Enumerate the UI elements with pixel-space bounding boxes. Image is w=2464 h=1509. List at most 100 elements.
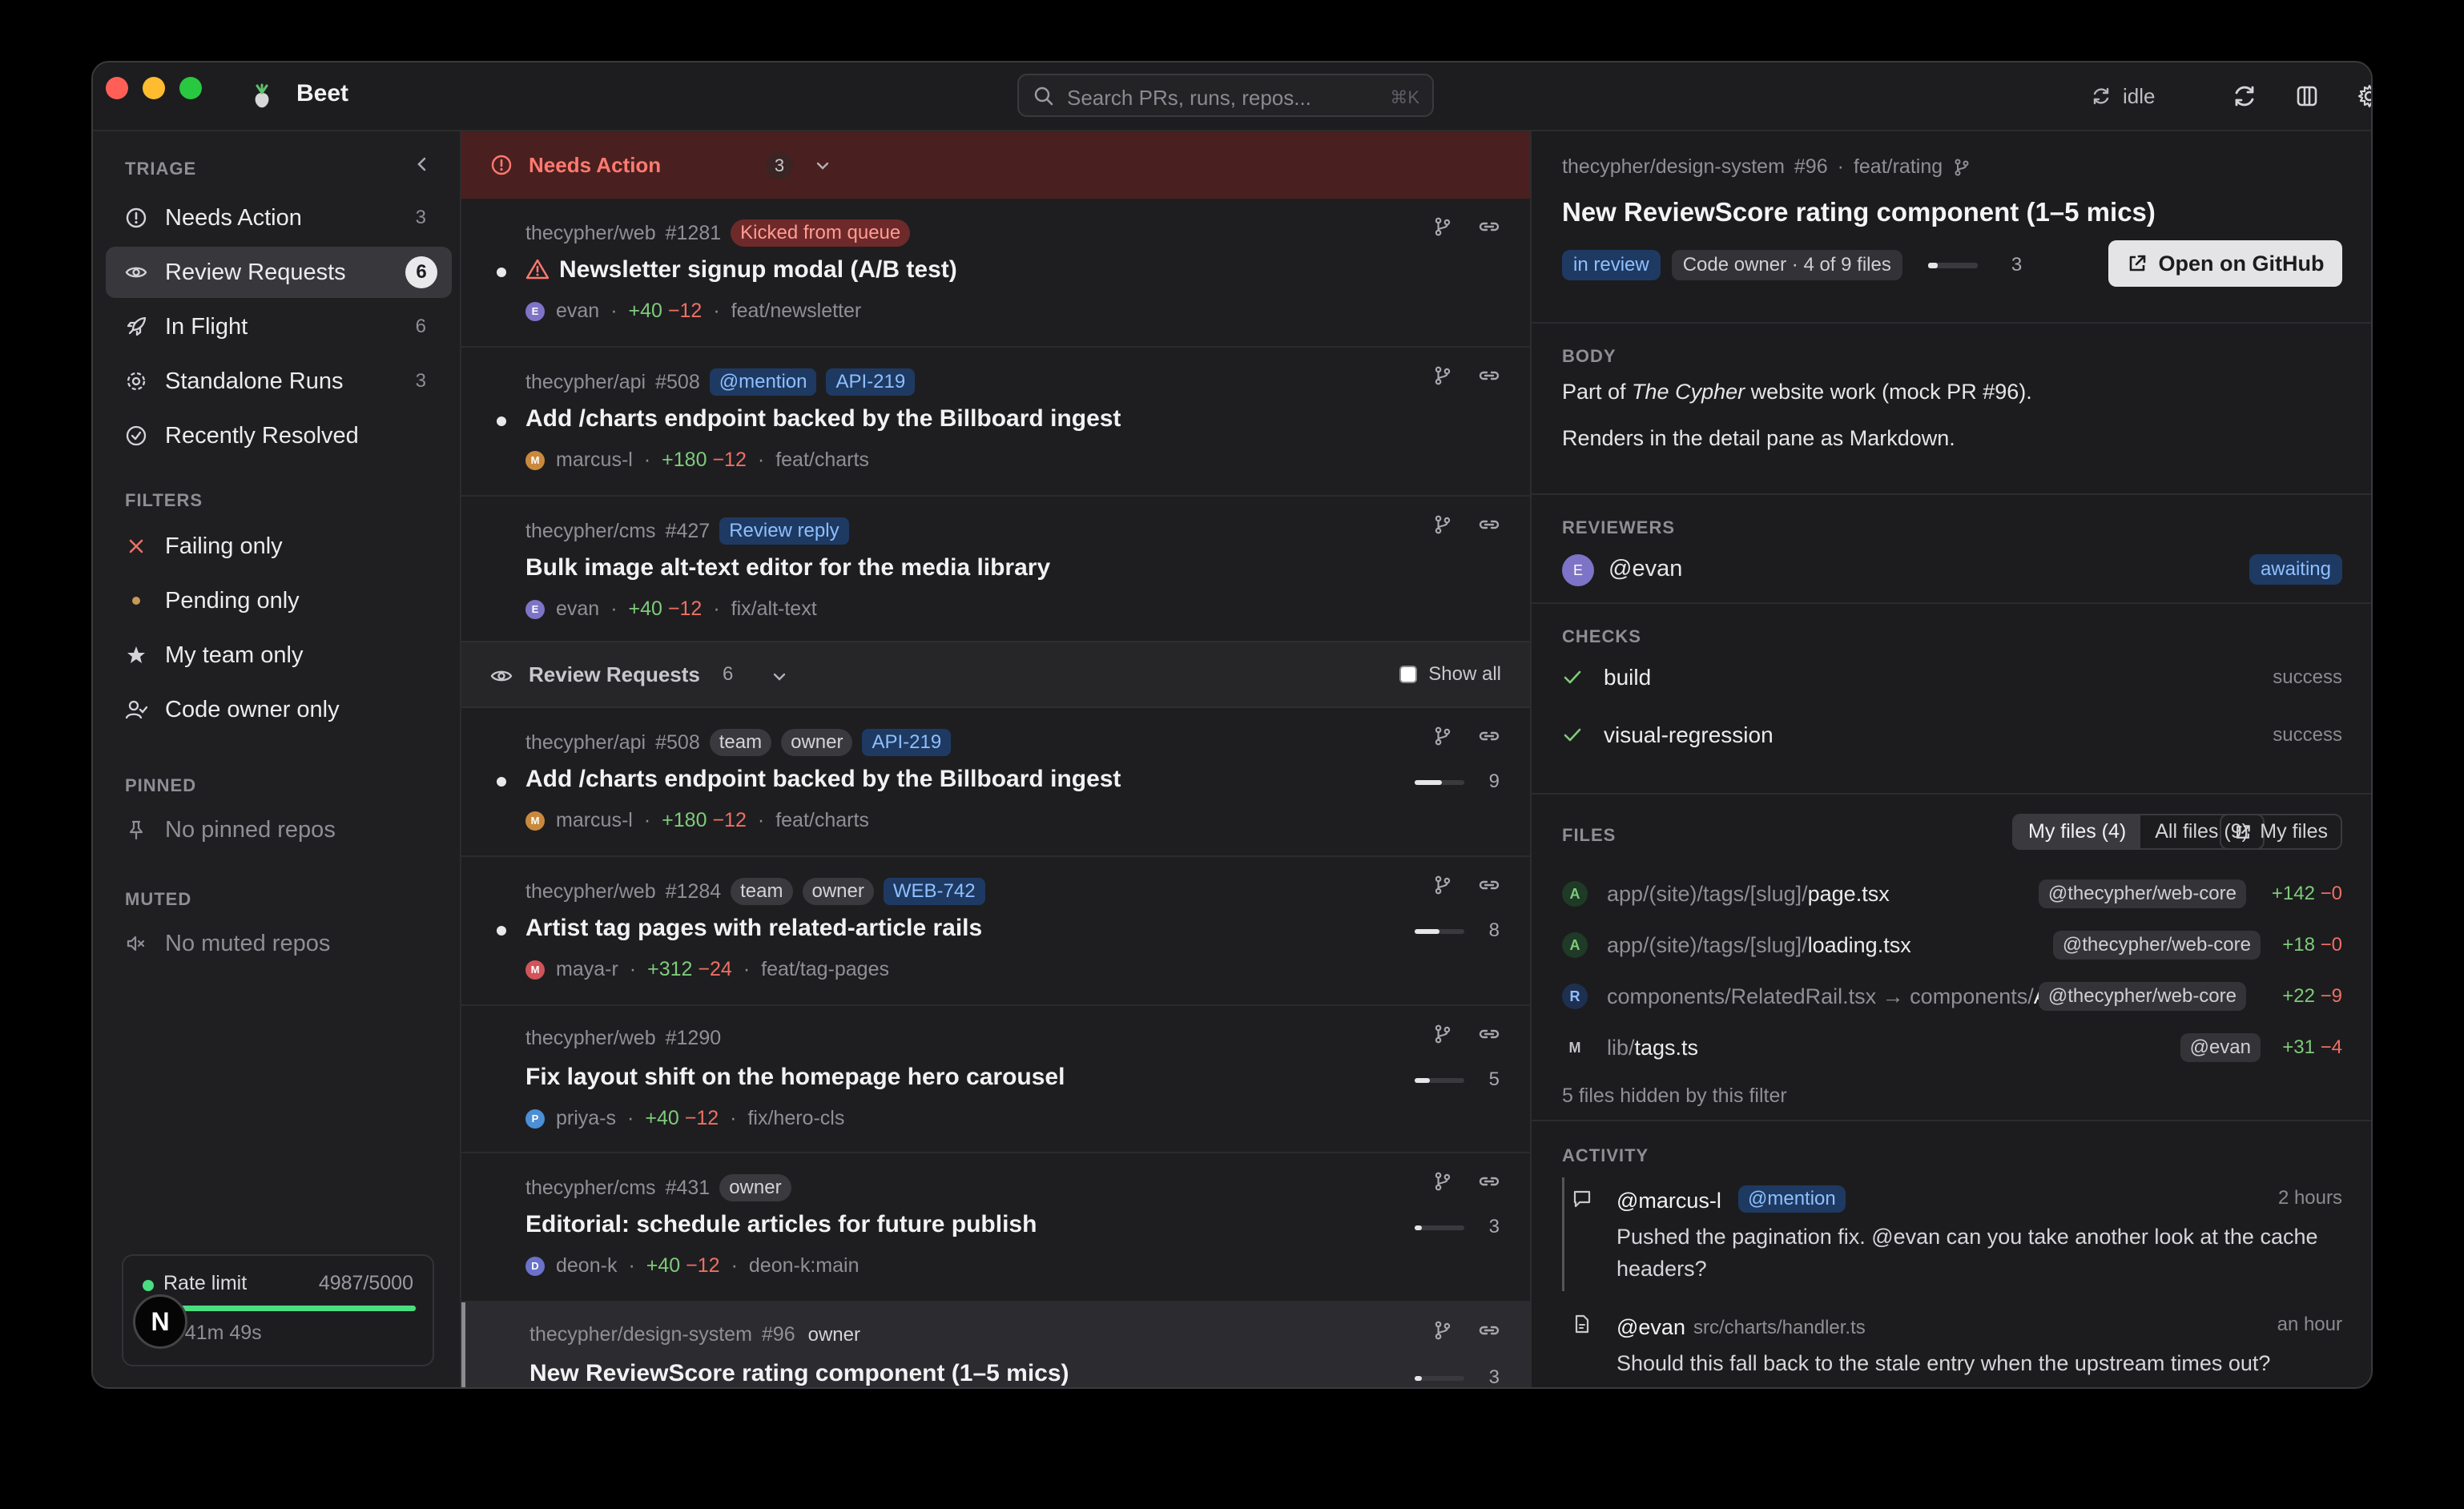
minimize-window-button[interactable] bbox=[143, 77, 165, 99]
comment-icon bbox=[1573, 1190, 1591, 1208]
file-row[interactable]: Aapp/(site)/tags/[slug]/page.tsx @thecyph… bbox=[1562, 876, 2342, 911]
file-row[interactable]: Aapp/(site)/tags/[slug]/loading.tsx @thec… bbox=[1562, 928, 2342, 963]
pinned-section-title: PINNED bbox=[125, 775, 197, 795]
group-needs-action[interactable]: Needs Action 3 bbox=[461, 131, 1530, 199]
detail-branch[interactable]: feat/rating bbox=[1854, 155, 1943, 179]
tab-my-files[interactable]: My files (4) bbox=[2014, 815, 2141, 848]
open-on-github-button[interactable]: Open on GitHub bbox=[2108, 240, 2342, 287]
pr-tag: @mention bbox=[709, 368, 817, 396]
deletions: −9 bbox=[2320, 985, 2342, 1007]
row-actions bbox=[1432, 365, 1501, 386]
pr-repo: thecypher/design-system bbox=[529, 1323, 752, 1346]
sidebar-item-label: Standalone Runs bbox=[165, 368, 344, 394]
open-on-github-label: Open on GitHub bbox=[2158, 251, 2325, 276]
pr-meta: thecypher/cms #427 Review reply bbox=[525, 517, 849, 545]
pr-sub: Ppriya-s · +40 −12 · fix/hero-cls bbox=[525, 1107, 844, 1130]
file-row[interactable]: Rcomponents/RelatedRail.tsx → components… bbox=[1562, 979, 2342, 1014]
zoom-window-button[interactable] bbox=[179, 77, 202, 99]
avatar: M bbox=[525, 960, 545, 980]
my-files-button[interactable]: My files bbox=[2220, 814, 2342, 850]
refresh-button[interactable] bbox=[2228, 80, 2261, 112]
pr-title: Add /charts endpoint backed by the Billb… bbox=[525, 766, 1121, 793]
deletions: −12 bbox=[712, 449, 747, 471]
sidebar-item-in-flight[interactable]: In Flight 6 bbox=[106, 301, 452, 352]
pr-repo: thecypher/api bbox=[525, 370, 646, 393]
activity-file[interactable]: src/charts/handler.ts bbox=[1693, 1317, 1866, 1339]
pr-row[interactable]: thecypher/web #1290 Fix layout shift on th… bbox=[461, 1006, 1530, 1153]
link-icon[interactable] bbox=[1477, 365, 1501, 386]
collapse-sidebar-icon[interactable] bbox=[413, 155, 431, 173]
link-icon[interactable] bbox=[1477, 875, 1501, 895]
sync-status[interactable]: idle bbox=[2091, 80, 2155, 112]
pr-title-text: Artist tag pages with related-article ra… bbox=[525, 915, 983, 941]
filter-code-owner-only[interactable]: Code owner only bbox=[106, 684, 452, 735]
git-branch-icon[interactable] bbox=[1432, 514, 1453, 535]
activity-item: @evan src/charts/handler.ts an hour Shou… bbox=[1562, 1304, 2342, 1384]
filter-my-team-only[interactable]: My team only bbox=[106, 630, 452, 681]
link-icon[interactable] bbox=[1477, 514, 1501, 535]
search-input[interactable]: Search PRs, runs, repos... ⌘K bbox=[1017, 74, 1434, 117]
pr-row[interactable]: thecypher/api #508 team owner API-219 Add /ch… bbox=[461, 708, 1530, 857]
reviewer-name[interactable]: @evan bbox=[1608, 556, 1682, 582]
sidebar-item-recently-resolved[interactable]: Recently Resolved bbox=[106, 410, 452, 461]
avatar[interactable]: N bbox=[133, 1294, 187, 1349]
eye-icon bbox=[490, 670, 513, 682]
pr-number: #1290 bbox=[665, 1027, 722, 1049]
pr-author: maya-r bbox=[556, 958, 618, 980]
close-window-button[interactable] bbox=[106, 77, 128, 99]
file-dir: components/RelatedRail.tsx → components/ bbox=[1607, 984, 2034, 1008]
link-icon[interactable] bbox=[1477, 1320, 1501, 1341]
sync-status-label: idle bbox=[2123, 83, 2156, 108]
pr-row[interactable]: thecypher/cms #427 Review reply Bulk image … bbox=[461, 497, 1530, 646]
activity-author[interactable]: @evan bbox=[1616, 1315, 1685, 1340]
link-icon[interactable] bbox=[1477, 726, 1501, 746]
pr-title: New ReviewScore rating component (1–5 mi… bbox=[529, 1360, 1069, 1387]
additions: +40 bbox=[628, 300, 662, 322]
check-row[interactable]: build success bbox=[1562, 660, 2342, 695]
link-icon[interactable] bbox=[1477, 1171, 1501, 1192]
chevron-down-icon[interactable] bbox=[814, 157, 831, 175]
git-branch-icon[interactable] bbox=[1432, 1024, 1453, 1044]
pr-row[interactable]: thecypher/web #1284 team owner WEB-742 Artist… bbox=[461, 857, 1530, 1006]
git-branch-icon[interactable] bbox=[1432, 875, 1453, 895]
show-all-checkbox[interactable] bbox=[1399, 666, 1418, 683]
size-count: 9 bbox=[1488, 771, 1500, 792]
file-row[interactable]: Mlib/tags.ts @evan +31 −4 bbox=[1562, 1030, 2342, 1065]
pr-row[interactable]: thecypher/web #1281 Kicked from queue Newsl… bbox=[461, 199, 1530, 348]
git-branch-icon[interactable] bbox=[1432, 726, 1453, 746]
sidebar-item-standalone-runs[interactable]: Standalone Runs 3 bbox=[106, 356, 452, 407]
group-review-requests[interactable]: Review Requests 6 Show all bbox=[461, 641, 1530, 708]
pr-tag: Kicked from queue bbox=[731, 219, 911, 247]
body-line-2: Renders in the detail pane as Markdown. bbox=[1562, 426, 1955, 450]
sidebar-item-review-requests[interactable]: Review Requests 6 bbox=[106, 247, 452, 298]
filter-pending-only[interactable]: Pending only bbox=[106, 575, 452, 626]
settings-button[interactable] bbox=[2353, 80, 2371, 112]
body-text: website work (mock PR #96). bbox=[1745, 380, 2032, 404]
pr-row[interactable]: thecypher/design-system #96 owner New Revie… bbox=[461, 1302, 1530, 1387]
link-icon[interactable] bbox=[1477, 216, 1501, 237]
filter-failing-only[interactable]: Failing only bbox=[106, 521, 452, 572]
git-branch-icon[interactable] bbox=[1432, 216, 1453, 237]
show-all-toggle[interactable]: Show all bbox=[1399, 663, 1501, 686]
size-bar bbox=[1415, 780, 1464, 785]
detail-repo[interactable]: thecypher/design-system bbox=[1562, 155, 1785, 179]
row-actions bbox=[1432, 514, 1501, 535]
git-branch-icon[interactable] bbox=[1432, 365, 1453, 386]
pr-row[interactable]: thecypher/cms #431 owner Editorial: schedul… bbox=[461, 1153, 1530, 1302]
link-icon[interactable] bbox=[1477, 1024, 1501, 1044]
sidebar: TRIAGE Needs Action 3 Review Requests 6 … bbox=[93, 131, 461, 1387]
filter-label: My team only bbox=[165, 642, 304, 668]
sidebar-item-needs-action[interactable]: Needs Action 3 bbox=[106, 192, 452, 243]
pr-row[interactable]: thecypher/api #508 @mention API-219 Add /cha… bbox=[461, 348, 1530, 497]
additions: +18 bbox=[2282, 934, 2315, 956]
check-row[interactable]: visual-regression success bbox=[1562, 718, 2342, 753]
git-branch-icon[interactable] bbox=[1432, 1171, 1453, 1192]
check-name: build bbox=[1604, 665, 1652, 690]
pr-sub: Mmarcus-l · +180 −12 · feat/charts bbox=[525, 449, 869, 472]
pr-branch: feat/newsletter bbox=[731, 300, 862, 322]
chevron-down-icon[interactable] bbox=[771, 668, 788, 686]
activity-author[interactable]: @marcus-l bbox=[1616, 1189, 1721, 1213]
layout-toggle-button[interactable] bbox=[2291, 80, 2323, 112]
git-branch-icon[interactable] bbox=[1432, 1320, 1453, 1341]
rate-limit-value: 4987/5000 bbox=[318, 1272, 413, 1294]
